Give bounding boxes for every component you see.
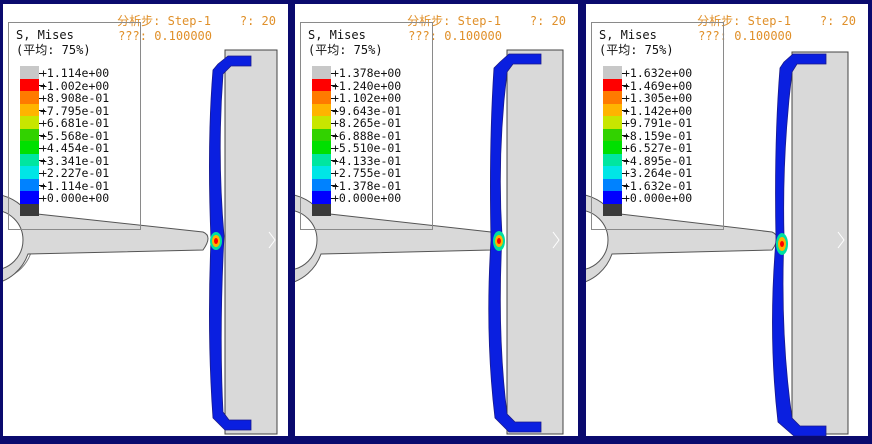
legend-swatch	[312, 103, 331, 116]
legend-value: +4.454e-01	[40, 141, 110, 156]
legend-swatch	[312, 203, 331, 216]
legend-value: +3.341e-01	[40, 153, 110, 168]
legend-value: +1.142e+00	[623, 103, 693, 118]
legend-title: S, Mises	[16, 28, 74, 42]
legend-value: +9.791e-01	[623, 116, 693, 131]
legend-value: +6.888e-01	[332, 128, 402, 143]
legend-swatch	[312, 66, 331, 79]
legend-swatch	[312, 91, 331, 104]
legend-swatch	[603, 128, 622, 141]
legend-value: +2.755e-01	[332, 166, 402, 181]
legend-value: +1.632e+00	[623, 66, 693, 81]
legend-swatch	[312, 78, 331, 91]
contour-viewport-1[interactable]: 分析步: Step-1 ?: 20 ???: 0.100000 S, Mises…	[3, 4, 288, 436]
legend-swatch	[603, 91, 622, 104]
rigid-plate	[791, 51, 849, 435]
legend-swatch	[603, 191, 622, 204]
legend-value: +1.632e-01	[623, 178, 693, 193]
legend-swatch	[312, 116, 331, 129]
legend-value: +1.002e+00	[40, 78, 110, 93]
legend-swatch	[20, 153, 39, 166]
contour-viewport-2[interactable]: 分析步: Step-1 ?: 20 ???: 0.100000 S, Mises…	[295, 4, 578, 436]
legend-value: +9.643e-01	[332, 103, 402, 118]
legend-value: +8.908e-01	[40, 91, 110, 106]
legend-swatch	[603, 66, 622, 79]
legend-value: +6.681e-01	[40, 116, 110, 131]
legend-swatch	[20, 116, 39, 129]
legend-subtitle: (平均: 75%)	[599, 43, 674, 57]
legend-value: +8.265e-01	[332, 116, 402, 131]
legend-swatch	[20, 178, 39, 191]
legend-value: +5.510e-01	[332, 141, 402, 156]
legend-swatch	[20, 191, 39, 204]
legend-swatch	[603, 141, 622, 154]
legend-swatch	[20, 103, 39, 116]
legend-swatch	[312, 141, 331, 154]
legend-value: +0.000e+00	[623, 191, 693, 206]
legend-swatch	[20, 166, 39, 179]
legend-title: S, Mises	[599, 28, 657, 42]
legend-title: S, Mises	[308, 28, 366, 42]
legend-value: +2.227e-01	[40, 166, 110, 181]
contour-viewport-3[interactable]: 分析步: Step-1 ?: 20 ???: 0.100000 S, Mises…	[586, 4, 868, 436]
legend-value: +5.568e-01	[40, 128, 110, 143]
legend-value: +1.378e+00	[332, 66, 402, 81]
legend-value: +1.240e+00	[332, 78, 402, 93]
legend-value: +1.378e-01	[332, 178, 402, 193]
legend-value: +1.114e-01	[40, 178, 110, 193]
legend-swatch	[603, 203, 622, 216]
legend-value: +4.133e-01	[332, 153, 402, 168]
legend-value: +8.159e-01	[623, 128, 693, 143]
stress-zone-peak	[780, 241, 784, 247]
legend-value: +7.795e-01	[40, 103, 110, 118]
legend-swatch	[603, 116, 622, 129]
legend-swatch	[603, 166, 622, 179]
legend-swatch	[312, 153, 331, 166]
legend-value: +4.895e-01	[623, 153, 693, 168]
legend-value: +6.527e-01	[623, 141, 693, 156]
legend-swatch	[312, 128, 331, 141]
legend-swatch	[603, 103, 622, 116]
legend-swatch	[20, 91, 39, 104]
legend-value: +1.114e+00	[40, 66, 110, 81]
legend-swatch	[312, 166, 331, 179]
legend-swatch	[20, 78, 39, 91]
rigid-plate	[506, 49, 564, 435]
legend-swatch	[603, 153, 622, 166]
legend-swatch	[603, 178, 622, 191]
legend-swatch	[20, 203, 39, 216]
stress-zone-peak	[214, 238, 218, 244]
legend-swatch	[20, 128, 39, 141]
legend-value: +0.000e+00	[332, 191, 402, 206]
legend-subtitle: (平均: 75%)	[308, 43, 383, 57]
legend-swatch	[603, 78, 622, 91]
legend-swatch	[20, 66, 39, 79]
rigid-plate	[224, 49, 278, 435]
legend-value: +3.264e-01	[623, 166, 693, 181]
legend-value: +0.000e+00	[40, 191, 110, 206]
legend-value: +1.469e+00	[623, 78, 693, 93]
legend-subtitle: (平均: 75%)	[16, 43, 91, 57]
legend-swatch	[20, 141, 39, 154]
stress-zone-peak	[497, 238, 501, 244]
legend-value: +1.305e+00	[623, 91, 693, 106]
legend-swatch	[312, 178, 331, 191]
legend-value: +1.102e+00	[332, 91, 402, 106]
legend-swatch	[312, 191, 331, 204]
